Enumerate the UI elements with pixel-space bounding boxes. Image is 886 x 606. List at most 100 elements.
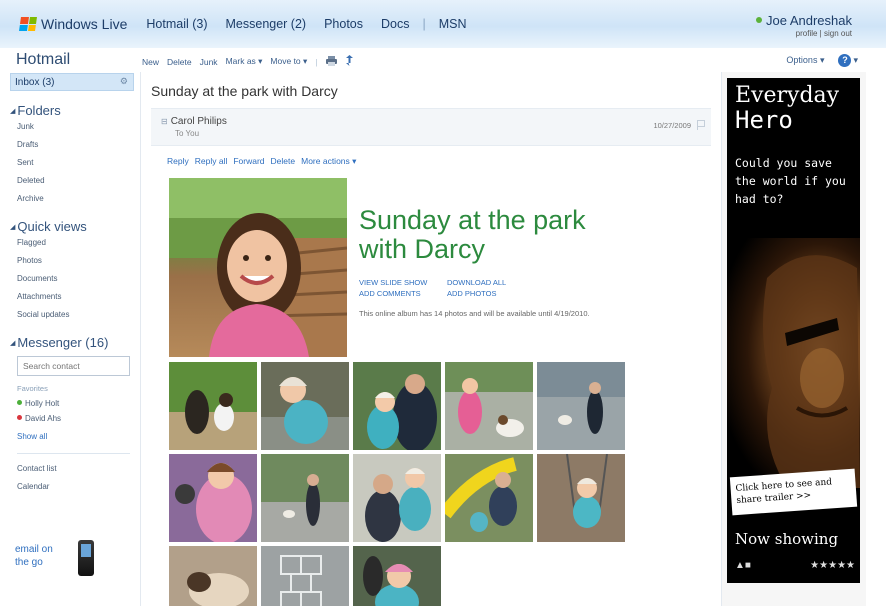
studio-logo-icon: ▲■ <box>735 560 751 571</box>
photo-thumbnail[interactable] <box>169 546 257 606</box>
help-dropdown-icon[interactable]: ▾ <box>853 55 858 66</box>
photo-thumbnail[interactable] <box>169 362 257 450</box>
ad-title: Everyday Hero <box>735 83 840 134</box>
nav-docs[interactable]: Docs <box>381 17 409 31</box>
photo-thumbnail[interactable] <box>445 454 533 542</box>
photo-thumbnail[interactable] <box>353 546 441 606</box>
ad-hero-image <box>727 238 860 488</box>
nav-hotmail[interactable]: Hotmail (3) <box>146 17 207 31</box>
move-to-menu[interactable]: Move to ▾ <box>270 56 307 67</box>
delete-link[interactable]: Delete <box>271 156 296 167</box>
sidebar-item-documents[interactable]: Documents <box>17 274 134 283</box>
nav-messenger[interactable]: Messenger (2) <box>226 17 307 31</box>
new-button[interactable]: New <box>142 57 159 67</box>
sidebar-item-social-updates[interactable]: Social updates <box>17 310 134 319</box>
sidebar-item-drafts[interactable]: Drafts <box>17 140 134 149</box>
message-date: 10/27/2009 <box>653 121 691 130</box>
sidebar-item-photos[interactable]: Photos <box>17 256 134 265</box>
email-on-the-go-link[interactable]: email on the go <box>15 543 53 569</box>
top-nav: Windows Live Hotmail (3) Messenger (2) P… <box>19 16 476 32</box>
collapse-triangle-icon: ◢ <box>10 224 16 231</box>
windows-live-brand[interactable]: Windows Live <box>41 16 127 32</box>
user-block: Joe Andreshak profile | sign out <box>755 13 852 38</box>
top-navigation-bar: Windows Live Hotmail (3) Messenger (2) P… <box>0 0 886 48</box>
favorites-label: Favorites <box>17 384 48 393</box>
rating-stars-icon: ★★★★★ <box>810 560 855 571</box>
toolbar: Hotmail New Delete Junk Mark as ▾ Move t… <box>0 48 886 72</box>
messenger-heading[interactable]: ◢ Messenger (16) <box>10 335 134 350</box>
sidebar-item-flagged[interactable]: Flagged <box>17 238 134 247</box>
photo-thumbnail[interactable] <box>353 362 441 450</box>
add-comments-link[interactable]: ADD COMMENTS <box>359 288 447 299</box>
show-all-link[interactable]: Show all <box>17 432 134 441</box>
reply-all-link[interactable]: Reply all <box>195 156 228 167</box>
album-cover-photo[interactable] <box>169 178 347 357</box>
photo-thumbnail[interactable] <box>537 454 625 542</box>
calendar-link[interactable]: Calendar <box>17 482 134 491</box>
sidebar-item-sent[interactable]: Sent <box>17 158 134 167</box>
photo-thumbnail[interactable] <box>261 362 349 450</box>
advertisement-column: Everyday Hero Could you save the world i… <box>721 72 866 606</box>
contact-list-link[interactable]: Contact list <box>17 464 134 473</box>
profile-signout-links[interactable]: profile | sign out <box>756 29 852 38</box>
add-photos-link[interactable]: ADD PHOTOS <box>447 288 496 299</box>
photo-thumbnail[interactable] <box>537 362 625 450</box>
photo-thumbnail[interactable] <box>169 454 257 542</box>
sidebar-item-junk[interactable]: Junk <box>17 122 134 131</box>
online-status-icon <box>755 17 762 23</box>
delete-button[interactable]: Delete <box>167 57 192 67</box>
photo-thumbnail[interactable] <box>261 454 349 542</box>
recipient-label: To You <box>175 129 200 138</box>
nav-photos[interactable]: Photos <box>324 17 363 31</box>
options-menu[interactable]: Options ▾ <box>786 55 824 66</box>
options-block: Options ▾ ? ▾ <box>786 54 858 67</box>
contact-holly-holt[interactable]: Holly Holt <box>17 399 134 408</box>
online-status-icon <box>17 400 22 405</box>
view-slide-show-link[interactable]: VIEW SLIDE SHOW <box>359 277 447 288</box>
contact-david-ahs[interactable]: David Ahs <box>17 414 134 423</box>
inbox-label: Inbox (3) <box>15 77 55 88</box>
ad-now-showing: Now showing <box>735 530 839 548</box>
ad-studio-logos: ▲■ ★★★★★ <box>735 560 855 571</box>
refresh-icon[interactable] <box>345 55 354 68</box>
album-title: Sunday at the park with Darcy <box>359 205 586 264</box>
sidebar: Inbox (3) ⚙ ◢ Folders Junk Drafts Sent De… <box>10 73 134 606</box>
sidebar-item-inbox[interactable]: Inbox (3) ⚙ <box>10 73 134 91</box>
more-actions-menu[interactable]: More actions ▾ <box>301 156 356 167</box>
search-contact-input[interactable] <box>17 356 130 376</box>
hotmail-title[interactable]: Hotmail <box>16 51 70 69</box>
watch-trailer-link[interactable]: Click here to see and share trailer >> <box>729 468 858 516</box>
collapse-icon: ⊟ <box>161 117 168 126</box>
sender-name[interactable]: ⊟ Carol Philips <box>161 116 227 127</box>
message-actions: Reply Reply all Forward Delete More acti… <box>167 156 362 167</box>
sidebar-item-deleted[interactable]: Deleted <box>17 176 134 185</box>
message-header[interactable]: ⊟ Carol Philips To You 10/27/2009 <box>151 108 711 146</box>
sidebar-divider <box>17 453 130 454</box>
download-all-link[interactable]: DOWNLOAD ALL <box>447 277 506 288</box>
sidebar-item-archive[interactable]: Archive <box>17 194 134 203</box>
photo-thumbnail[interactable] <box>353 454 441 542</box>
print-icon[interactable] <box>325 55 337 68</box>
flag-icon[interactable] <box>697 120 705 130</box>
nav-separator: | <box>422 17 426 31</box>
help-icon[interactable]: ? <box>838 54 852 67</box>
movie-advertisement[interactable]: Everyday Hero Could you save the world i… <box>727 78 860 583</box>
mobile-phone-icon[interactable] <box>78 540 94 576</box>
busy-status-icon <box>17 415 22 420</box>
folders-heading[interactable]: ◢ Folders <box>10 103 134 118</box>
quick-views-heading[interactable]: ◢ Quick views <box>10 219 134 234</box>
windows-logo-icon <box>19 17 37 31</box>
photo-thumbnail[interactable] <box>261 546 349 606</box>
forward-link[interactable]: Forward <box>233 156 264 167</box>
message-toolbar: New Delete Junk Mark as ▾ Move to ▾ | <box>142 55 362 68</box>
photo-thumbnail[interactable] <box>445 362 533 450</box>
reply-link[interactable]: Reply <box>167 156 189 167</box>
inbox-settings-icon[interactable]: ⚙ <box>120 76 128 87</box>
sidebar-item-attachments[interactable]: Attachments <box>17 292 134 301</box>
nav-msn[interactable]: MSN <box>439 17 467 31</box>
junk-button[interactable]: Junk <box>200 57 218 67</box>
mark-as-menu[interactable]: Mark as ▾ <box>226 56 263 67</box>
collapse-triangle-icon: ◢ <box>10 340 16 347</box>
message-subject: Sunday at the park with Darcy <box>151 83 338 99</box>
user-name[interactable]: Joe Andreshak <box>755 13 852 28</box>
